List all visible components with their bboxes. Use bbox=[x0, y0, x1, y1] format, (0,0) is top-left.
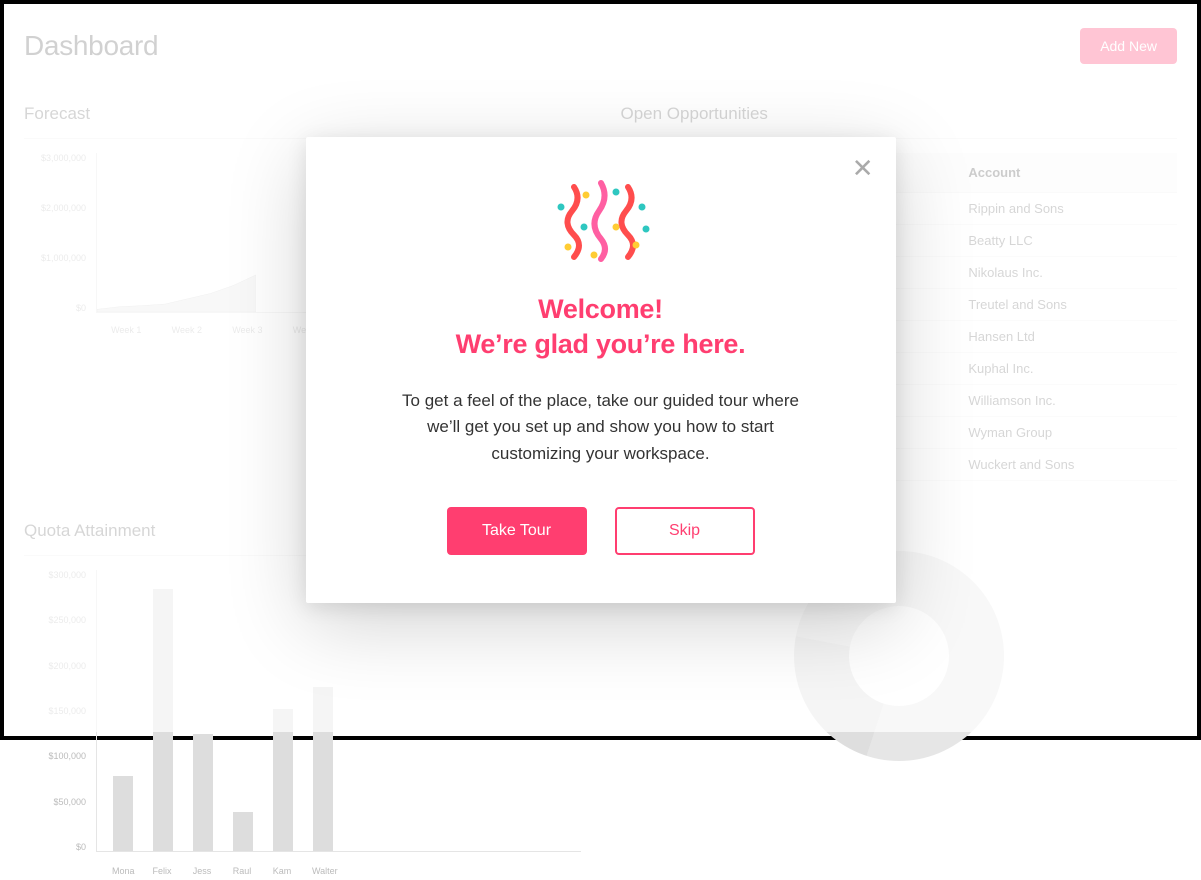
x-tick: Raul bbox=[232, 866, 252, 876]
modal-body-text: To get a feel of the place, take our gui… bbox=[401, 388, 801, 467]
y-tick: $50,000 bbox=[24, 797, 86, 807]
bar bbox=[113, 776, 133, 851]
modal-backdrop: ✕ Welcome! We’re glad you’re here. To ge… bbox=[4, 4, 1197, 736]
modal-heading: Welcome! We’re glad you’re here. bbox=[356, 292, 846, 362]
x-tick: Mona bbox=[112, 866, 132, 876]
close-icon[interactable]: ✕ bbox=[852, 155, 874, 181]
take-tour-button[interactable]: Take Tour bbox=[447, 507, 587, 555]
bar bbox=[193, 734, 213, 851]
modal-heading-line1: Welcome! bbox=[538, 294, 663, 324]
bar bbox=[233, 812, 253, 851]
modal-actions: Take Tour Skip bbox=[356, 507, 846, 555]
skip-button[interactable]: Skip bbox=[615, 507, 755, 555]
modal-heading-line2: We’re glad you’re here. bbox=[456, 329, 746, 359]
y-tick: $100,000 bbox=[24, 751, 86, 761]
x-tick: Kam bbox=[272, 866, 292, 876]
x-tick: Jess bbox=[192, 866, 212, 876]
x-tick: Walter bbox=[312, 866, 332, 876]
x-tick: Felix bbox=[152, 866, 172, 876]
welcome-modal: ✕ Welcome! We’re glad you’re here. To ge… bbox=[306, 137, 896, 603]
confetti-icon bbox=[546, 177, 656, 267]
quota-x-axis: Mona Felix Jess Raul Kam Walter bbox=[96, 866, 581, 876]
y-tick: $0 bbox=[24, 842, 86, 852]
